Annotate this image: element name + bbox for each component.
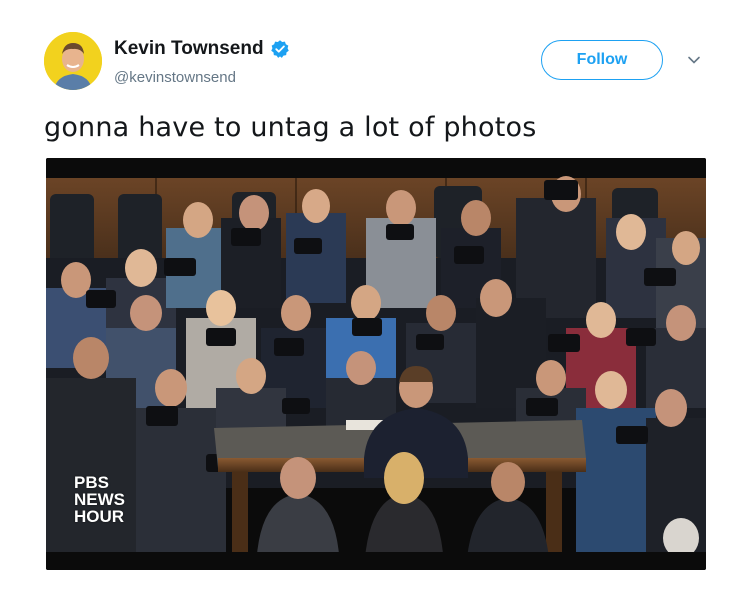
display-name[interactable]: Kevin Townsend [114,38,264,60]
watermark-line-3: HOUR [74,507,125,526]
tweet-header: Kevin Townsend @kevinstownsend Follow [44,32,706,94]
author-handle[interactable]: @kevinstownsend [114,69,236,86]
photo-scene [46,158,706,570]
avatar[interactable] [44,32,102,90]
tweet-photo[interactable]: PBS NEWS HOUR [46,158,706,570]
avatar-image [44,32,102,90]
pbs-newshour-watermark: PBS NEWS HOUR [74,474,125,525]
verified-badge-icon [270,40,289,58]
watermark-line-2: NEWS [74,490,125,509]
watermark-line-1: PBS [74,473,109,492]
follow-button[interactable]: Follow [541,40,663,80]
tweet-text: gonna have to untag a lot of photos [44,112,537,143]
chevron-down-icon[interactable] [686,52,702,68]
author-name-row: Kevin Townsend [114,38,290,60]
